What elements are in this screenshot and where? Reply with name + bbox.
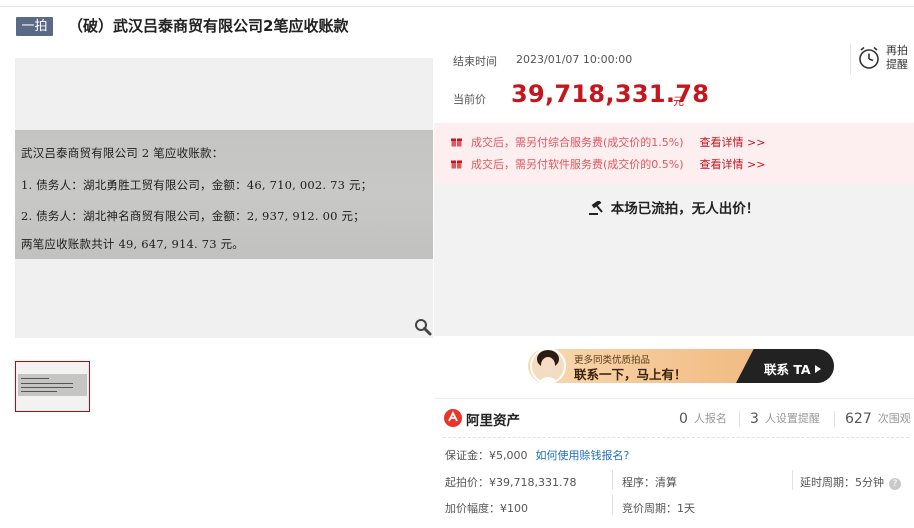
alarm-clock-icon <box>859 46 879 69</box>
stat-number: 0 <box>679 411 688 427</box>
page-title: （破）武汉吕泰商贸有限公司2笔应收账款 <box>68 17 349 35</box>
stat-divider <box>739 411 740 427</box>
platform-logo: 阿里资产 <box>444 408 524 429</box>
magnifier-icon[interactable] <box>414 318 432 336</box>
fee-text: 成交后，需另付软件服务费(成交价的0.5%) <box>471 158 684 171</box>
deposit-value: 保证金：¥5,000 <box>445 449 528 462</box>
remind-button[interactable]: 再拍提醒 <box>850 42 910 76</box>
deposit-help-link[interactable]: 如何使用赊钱报名? <box>536 449 630 462</box>
thumbnail-1[interactable] <box>15 361 90 412</box>
delay-period: 延时周期：5分钟 <box>800 476 884 489</box>
platform-name: 阿里资产 <box>466 413 520 429</box>
start-price: 起拍价：¥39,718,331.78 <box>445 476 577 489</box>
bid-increment: 加价幅度：¥100 <box>445 502 528 515</box>
gift-icon <box>451 160 462 169</box>
auction-page: 一拍 （破）武汉吕泰商贸有限公司2笔应收账款 武汉吕泰商贸有限公司 2 笔应收账… <box>0 0 914 528</box>
deposit-row: 保证金：¥5,000 如何使用赊钱报名? <box>445 447 629 463</box>
stat-number: 3 <box>750 411 759 427</box>
remind-label: 再拍提醒 <box>886 44 908 71</box>
document-line: 1. 债务人：湖北勇胜工贸有限公司，金额：46, 710, 002. 73 元； <box>21 178 373 192</box>
fee-notice: 成交后，需另付综合服务费(成交价的1.5%) 查看详情 >> 成交后，需另付软件服… <box>434 123 914 183</box>
fee-row-2: 成交后，需另付软件服务费(成交价的0.5%) 查看详情 >> <box>451 156 766 172</box>
question-icon[interactable]: ? <box>889 478 901 490</box>
fee-detail-link[interactable]: 查看详情 >> <box>700 156 766 172</box>
top-divider <box>0 6 914 7</box>
document-line: 2. 债务人：湖北神名商贸有限公司，金额：2, 937, 912. 00 元； <box>21 209 365 223</box>
stat-reminders: 3 人设置提醒 <box>750 410 820 427</box>
document-line: 两笔应收账款共计 49, 647, 914. 73 元。 <box>21 237 245 251</box>
stat-signups: 0 人报名 <box>679 410 727 427</box>
procedure: 程序：清算 <box>622 476 677 489</box>
contact-ta-label: 联系 TA <box>764 362 811 377</box>
price-unit: 元 <box>673 95 684 108</box>
thumbnail-image <box>18 374 87 396</box>
document-photo: 武汉吕泰商贸有限公司 2 笔应收账款： 1. 债务人：湖北勇胜工贸有限公司，金额… <box>15 130 433 259</box>
stat-number: 627 <box>845 411 872 427</box>
fee-detail-link[interactable]: 查看详情 >> <box>700 134 766 150</box>
section-divider <box>434 398 914 399</box>
remind-divider <box>850 44 851 74</box>
main-image-viewer[interactable]: 武汉吕泰商贸有限公司 2 笔应收账款： 1. 债务人：湖北勇胜工贸有限公司，金额… <box>15 58 433 338</box>
info-divider <box>612 495 613 515</box>
current-price-label: 当前价 <box>453 93 486 106</box>
contact-main-text: 联系一下，马上有！ <box>574 367 687 382</box>
ali-assets-logo-icon <box>444 409 462 427</box>
document-line: 武汉吕泰商贸有限公司 2 笔应收账款： <box>21 146 224 160</box>
round-badge: 一拍 <box>16 17 53 36</box>
contact-ta-button[interactable]: 联系 TA <box>764 359 821 378</box>
info-divider <box>792 470 793 490</box>
auction-status: 本场已流拍，无人出价！ <box>434 197 914 217</box>
gift-icon <box>451 138 462 147</box>
fee-text: 成交后，需另付综合服务费(成交价的1.5%) <box>471 136 684 149</box>
gavel-icon <box>588 201 603 215</box>
stat-label: 人报名 <box>693 412 727 425</box>
play-arrow-icon <box>814 365 821 373</box>
details-divider <box>443 437 909 438</box>
auction-status-text: 本场已流拍，无人出价！ <box>610 201 760 217</box>
end-time-value: 2023/01/07 10:00:00 <box>516 53 633 66</box>
info-divider <box>612 470 613 490</box>
stat-label: 人设置提醒 <box>764 412 820 425</box>
bid-period: 竞价周期：1天 <box>622 502 695 515</box>
fee-row-1: 成交后，需另付综合服务费(成交价的1.5%) 查看详情 >> <box>451 134 766 150</box>
stat-label: 次围观 <box>877 412 911 425</box>
avatar <box>530 348 566 384</box>
auction-status-panel: 本场已流拍，无人出价！ <box>434 183 914 336</box>
stat-divider <box>834 411 835 427</box>
agent-avatar-icon <box>532 350 564 382</box>
stat-views: 627 次围观 <box>845 410 911 427</box>
delay-period-row: 延时周期：5分钟? <box>800 474 901 490</box>
end-time-label: 结束时间 <box>453 55 497 68</box>
